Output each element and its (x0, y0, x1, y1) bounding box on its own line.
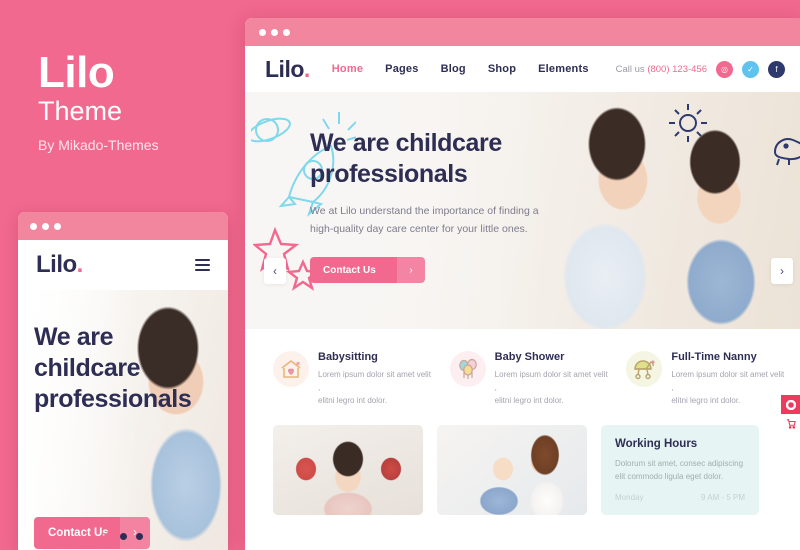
mobile-navbar: Lilo. (18, 240, 228, 290)
window-dots (259, 28, 290, 36)
menu-item-blog[interactable]: Blog (441, 63, 466, 75)
working-hours-title: Working Hours (615, 438, 698, 450)
menu-item-elements[interactable]: Elements (538, 63, 589, 75)
instagram-icon[interactable]: ◎ (716, 60, 733, 78)
service-card-babysitting[interactable]: Babysitting Lorem ipsum dolor sit amet v… (273, 351, 434, 407)
working-hours-row: Monday 9 AM - 5 PM (615, 493, 745, 502)
hero-cta-button[interactable]: Contact Us › (310, 257, 425, 283)
mobile-logo[interactable]: Lilo. (36, 251, 83, 279)
menu-item-home[interactable]: Home (332, 63, 363, 75)
main-menu: Home Pages Blog Shop Elements (332, 63, 589, 75)
screenshot-stage: Lilo Theme By Mikado-Themes Lilo. We are… (0, 0, 800, 550)
mobile-titlebar (18, 212, 228, 240)
hero-heading: We are childcare professionals (310, 129, 502, 188)
slider-next-button[interactable]: › (771, 258, 793, 284)
mobile-hero: We are childcare professionals Contact U… (18, 290, 228, 550)
working-hours-day: Monday (615, 493, 644, 502)
working-hours-time: 9 AM - 5 PM (700, 493, 745, 502)
promo-author: By Mikado-Themes (38, 137, 159, 153)
mobile-preview: Lilo. We are childcare professionals Con… (18, 212, 228, 550)
service-title: Babysitting (318, 351, 378, 363)
promo-title: Lilo (38, 48, 115, 97)
child-painted-hands-photo[interactable] (273, 425, 423, 515)
phone-number: (800) 123-456 (647, 63, 707, 75)
site-navbar: Lilo. Home Pages Blog Shop Elements Call… (245, 46, 800, 92)
chevron-right-icon: › (397, 257, 425, 283)
desktop-preview: Lilo. Home Pages Blog Shop Elements Call… (245, 18, 800, 550)
service-card-baby-shower[interactable]: Baby Shower Lorem ipsum dolor sit amet v… (449, 351, 611, 407)
services-row: Babysitting Lorem ipsum dolor sit amet v… (245, 329, 800, 417)
hero-paragraph: We at Lilo understand the importance of … (310, 205, 539, 235)
working-hours-panel: Working Hours Dolorum sit amet, consec a… (601, 425, 759, 515)
window-dots (30, 222, 61, 230)
service-title: Baby Shower (494, 351, 565, 363)
facebook-icon[interactable]: f (768, 60, 785, 78)
slider-prev-button[interactable]: ‹ (264, 258, 286, 284)
call-us-text: Call us (800) 123-456 (615, 63, 707, 75)
slider-dot[interactable] (119, 533, 127, 540)
service-text: Full-Time Nanny Lorem ipsum dolor sit am… (671, 351, 787, 407)
twitter-icon[interactable]: ✓ (742, 60, 759, 78)
house-heart-icon (273, 351, 309, 387)
service-desc: Lorem ipsum dolor sit amet velit , elitn… (318, 370, 431, 405)
slider-dot[interactable] (103, 533, 111, 540)
working-hours-desc: Dolorum sit amet, consec adipiscing elit… (615, 459, 744, 481)
service-desc: Lorem ipsum dolor sit amet velit , elitn… (671, 370, 785, 405)
hamburger-icon[interactable] (195, 259, 210, 271)
service-title: Full-Time Nanny (671, 351, 757, 363)
navbar-right: Call us (800) 123-456 ◎ ✓ f (615, 60, 785, 78)
mobile-hero-heading: We are childcare professionals (34, 323, 192, 413)
slider-dot[interactable] (135, 533, 143, 540)
site-logo[interactable]: Lilo. (265, 56, 310, 83)
stroller-icon (626, 351, 663, 387)
menu-item-pages[interactable]: Pages (385, 63, 418, 75)
menu-item-shop[interactable]: Shop (488, 63, 516, 75)
service-text: Baby Shower Lorem ipsum dolor sit amet v… (495, 351, 611, 407)
service-text: Babysitting Lorem ipsum dolor sit amet v… (318, 351, 434, 407)
mother-and-baby-photo[interactable] (437, 425, 587, 515)
service-card-full-time-nanny[interactable]: Full-Time Nanny Lorem ipsum dolor sit am… (626, 351, 787, 407)
browser-titlebar (245, 18, 800, 46)
service-desc: Lorem ipsum dolor sit amet velit , elitn… (494, 370, 608, 405)
hero-cta-label: Contact Us (323, 264, 376, 276)
hero-slider: We are childcare professionals We at Lil… (245, 92, 800, 329)
mobile-slider-dots[interactable] (18, 533, 228, 540)
cart-widget[interactable] (781, 414, 800, 433)
promo-subtitle: Theme (38, 96, 123, 126)
balloons-icon (449, 351, 486, 387)
color-picker-widget[interactable] (781, 395, 800, 414)
side-widgets (781, 395, 800, 433)
bottom-row: Working Hours Dolorum sit amet, consec a… (245, 417, 800, 515)
